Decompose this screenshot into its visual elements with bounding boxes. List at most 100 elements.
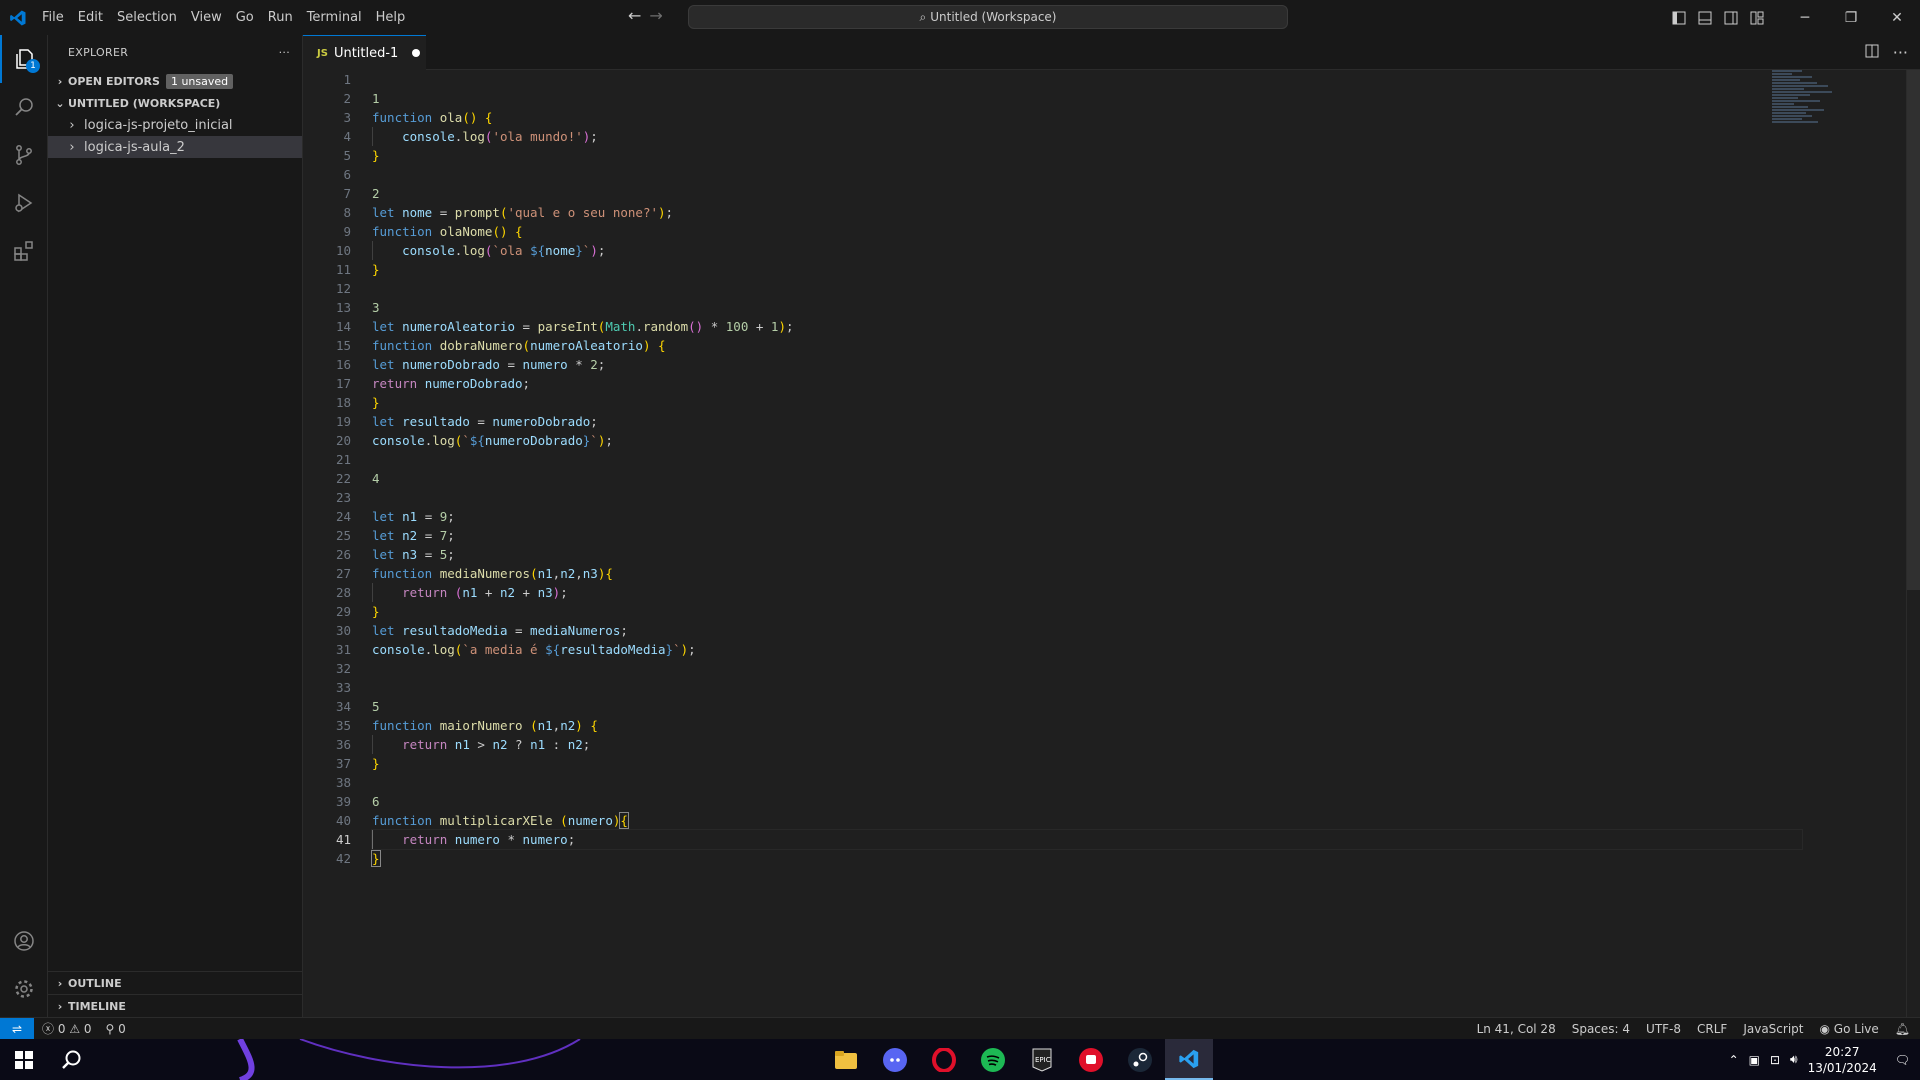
unsaved-dot-icon[interactable] xyxy=(412,49,421,57)
error-count: 0 xyxy=(57,1022,66,1036)
extensions-activity-icon[interactable] xyxy=(0,227,48,275)
code-line: let nome = prompt('qual e o seu none?'); xyxy=(372,205,674,220)
opera-icon[interactable] xyxy=(920,1039,968,1080)
go-live-button[interactable]: ◉ Go Live xyxy=(1819,1022,1878,1036)
menu-run[interactable]: Run xyxy=(261,10,300,25)
ports-indicator[interactable]: ⚲ 0 xyxy=(106,1022,126,1036)
outline-section[interactable]: › OUTLINE xyxy=(48,971,302,994)
epic-games-icon[interactable]: EPIC xyxy=(1018,1039,1066,1080)
volume-icon[interactable]: 🔊︎ xyxy=(1790,1052,1798,1067)
code-line: let numeroAleatorio = parseInt(Math.rand… xyxy=(372,319,794,334)
discord-icon[interactable] xyxy=(871,1039,919,1080)
minimize-button[interactable]: ─ xyxy=(1782,0,1828,35)
game-launcher-icon[interactable] xyxy=(1067,1039,1115,1080)
tray-app-icon[interactable]: ▣ xyxy=(1749,1053,1760,1067)
cursor-position[interactable]: Ln 41, Col 28 xyxy=(1477,1022,1556,1036)
file-explorer-icon[interactable] xyxy=(822,1039,870,1080)
back-arrow-icon[interactable]: ← xyxy=(628,6,641,25)
minimap[interactable] xyxy=(1772,70,1872,160)
code-line: return numeroDobrado; xyxy=(372,376,531,391)
menu-terminal[interactable]: Terminal xyxy=(300,10,369,25)
code-line: console.log(`${numeroDobrado}`); xyxy=(372,433,613,448)
code-line: function olaNome() { xyxy=(372,224,523,239)
accounts-icon[interactable] xyxy=(0,917,48,965)
code-content[interactable]: 1 function ola() { console.log('ola mund… xyxy=(371,70,1803,868)
code-line: let n3 = 5; xyxy=(372,547,455,562)
code-line: return (n1 + n2 + n3); xyxy=(372,583,1802,602)
chevron-right-icon: › xyxy=(69,117,75,133)
menu-help[interactable]: Help xyxy=(369,10,413,25)
chevron-up-icon[interactable]: ⌃ xyxy=(1729,1053,1739,1067)
menu-file[interactable]: File xyxy=(35,10,71,25)
editor-more-actions-icon[interactable]: ··· xyxy=(1893,43,1908,62)
scrollbar-thumb[interactable] xyxy=(1907,70,1920,590)
timeline-label: TIMELINE xyxy=(68,999,126,1013)
menu-go[interactable]: Go xyxy=(229,10,261,25)
restore-button[interactable]: ❐ xyxy=(1828,0,1874,35)
steam-icon[interactable] xyxy=(1116,1039,1164,1080)
toggle-panel-icon[interactable] xyxy=(1692,11,1718,25)
javascript-file-icon: JS xyxy=(317,47,328,59)
menu-selection[interactable]: Selection xyxy=(110,10,184,25)
folder-logica-js-aula-2[interactable]: › logica-js-aula_2 xyxy=(48,136,302,158)
notification-center-icon[interactable]: 🗨︎ xyxy=(1895,1053,1910,1067)
open-editors-label: OPEN EDITORS xyxy=(68,74,160,88)
source-control-activity-icon[interactable] xyxy=(0,131,48,179)
ports-count: 0 xyxy=(118,1021,126,1036)
broadcast-icon: ◉ xyxy=(1819,1022,1830,1036)
workspace-section[interactable]: ⌄ UNTITLED (WORKSPACE) xyxy=(48,92,302,114)
explorer-badge: 1 xyxy=(26,59,40,73)
command-center-search[interactable]: ⌕ Untitled (Workspace) xyxy=(688,5,1288,29)
more-actions-icon[interactable]: ··· xyxy=(279,46,290,59)
split-editor-icon[interactable] xyxy=(1865,43,1879,62)
workspace-label: UNTITLED (WORKSPACE) xyxy=(68,96,221,110)
manage-gear-icon[interactable] xyxy=(0,965,48,1013)
code-line: } xyxy=(372,148,380,163)
indentation[interactable]: Spaces: 4 xyxy=(1572,1022,1630,1036)
forward-arrow-icon[interactable]: → xyxy=(649,6,662,25)
search-icon: ⌕ xyxy=(919,9,927,24)
code-line: } xyxy=(372,262,380,277)
close-window-button[interactable]: ✕ xyxy=(1874,0,1920,35)
menu-edit[interactable]: Edit xyxy=(71,10,110,25)
end-of-line[interactable]: CRLF xyxy=(1697,1022,1727,1036)
remote-indicator-icon[interactable]: ⇌ xyxy=(0,1017,34,1040)
code-editor[interactable]: 12345 6 7 8 9 10 11 12 13 14 15 16 17 18 19 20 21 22 2… xyxy=(303,70,1920,1017)
notifications-bell-icon[interactable]: 🔔︎ xyxy=(1895,1022,1910,1036)
editor-scrollbar[interactable] xyxy=(1906,70,1920,1017)
folder-logica-js-projeto-inicial[interactable]: › logica-js-projeto_inicial xyxy=(48,114,302,136)
windows-start-icon[interactable] xyxy=(0,1039,48,1080)
code-line: 1 xyxy=(372,91,380,106)
network-icon[interactable]: ⊡ xyxy=(1770,1053,1780,1067)
timeline-section[interactable]: › TIMELINE xyxy=(48,994,302,1017)
toggle-secondary-sidebar-icon[interactable] xyxy=(1718,11,1744,25)
unsaved-badge: 1 unsaved xyxy=(165,73,234,89)
code-line: function ola() { xyxy=(372,110,493,125)
open-editors-section[interactable]: › OPEN EDITORS 1 unsaved xyxy=(48,70,302,92)
spotify-icon[interactable] xyxy=(969,1039,1017,1080)
tab-untitled-1[interactable]: JS Untitled-1 xyxy=(303,35,426,70)
vscode-taskbar-icon[interactable] xyxy=(1165,1039,1213,1080)
chevron-right-icon: › xyxy=(57,74,63,88)
menu-view[interactable]: View xyxy=(184,10,229,25)
chevron-right-icon: › xyxy=(57,976,63,990)
clock[interactable]: 20:27 13/01/2024 xyxy=(1808,1044,1877,1076)
customize-layout-icon[interactable] xyxy=(1744,11,1770,25)
ports-icon: ⚲ xyxy=(105,1021,115,1036)
search-activity-icon[interactable] xyxy=(0,83,48,131)
language-mode[interactable]: JavaScript xyxy=(1743,1022,1803,1036)
code-line: let resultado = numeroDobrado; xyxy=(372,414,598,429)
code-line: 4 xyxy=(372,471,380,486)
toggle-primary-sidebar-icon[interactable] xyxy=(1666,11,1692,25)
explorer-activity-icon[interactable]: 1 xyxy=(0,35,48,83)
run-debug-activity-icon[interactable] xyxy=(0,179,48,227)
error-icon: ⓧ xyxy=(42,1022,55,1036)
taskbar-search-icon[interactable] xyxy=(48,1039,96,1080)
problems-indicator[interactable]: ⓧ 0 ⚠ 0 xyxy=(42,1020,92,1037)
encoding[interactable]: UTF-8 xyxy=(1646,1022,1681,1036)
